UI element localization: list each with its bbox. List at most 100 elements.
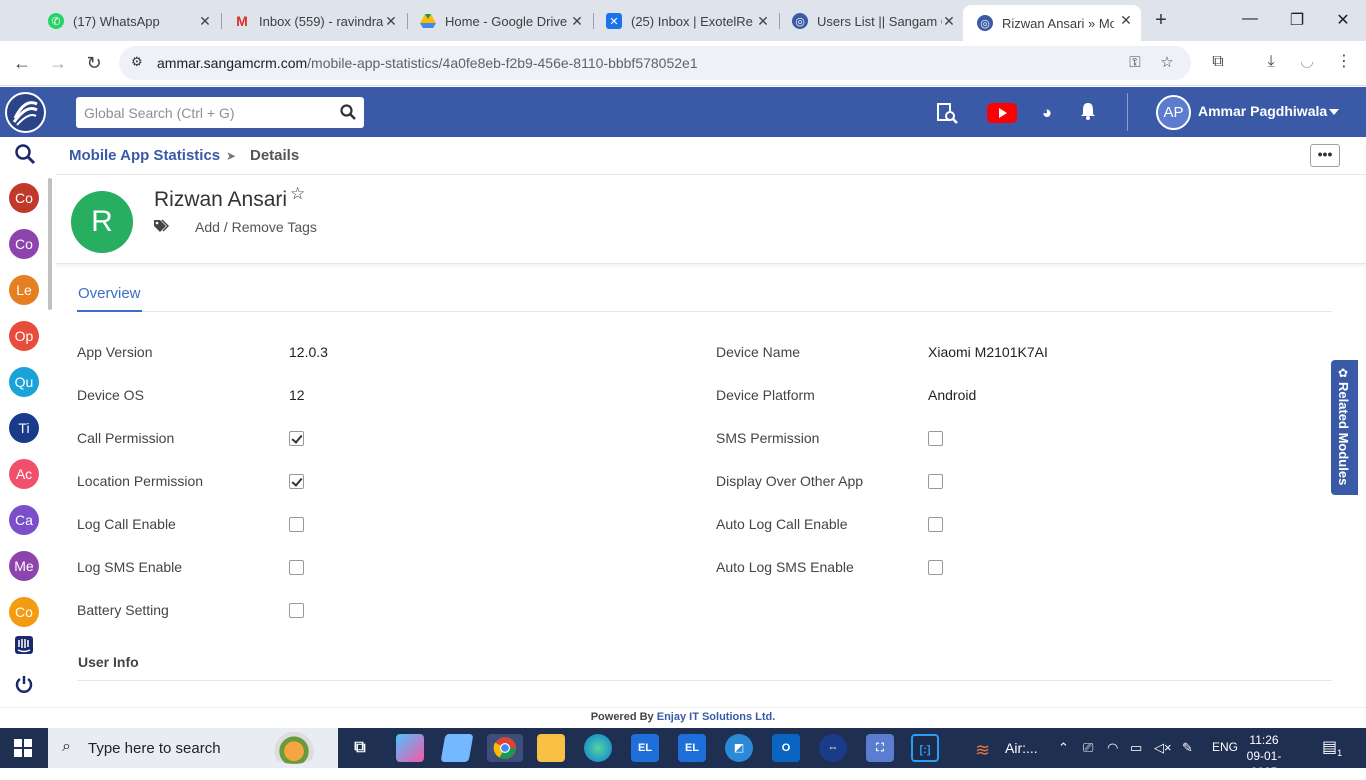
- rail-item-le[interactable]: Le: [9, 275, 39, 305]
- sangam-logo[interactable]: [5, 92, 46, 133]
- bookmark-star-icon[interactable]: ☆: [1157, 53, 1177, 73]
- bracket-app-icon[interactable]: [:]: [911, 734, 939, 762]
- browser-tab-gmail[interactable]: M Inbox (559) - ravindra ✕: [220, 6, 406, 36]
- power-icon[interactable]: [13, 674, 35, 696]
- tab-overview[interactable]: Overview: [77, 280, 142, 312]
- password-key-icon[interactable]: ⚿: [1125, 53, 1145, 73]
- module-rail: Co Co Le Op Qu Ti Ac Ca Me Co: [0, 137, 48, 707]
- address-bar[interactable]: ⚙ ammar.sangamcrm.com/mobile-app-statist…: [119, 46, 1191, 80]
- close-tab-icon[interactable]: ✕: [382, 12, 400, 30]
- favorite-star-icon[interactable]: ☆: [290, 184, 305, 204]
- footer-brand-link[interactable]: Enjay IT Solutions Ltd.: [657, 711, 776, 723]
- log-sms-enable-checkbox: [289, 560, 304, 575]
- reload-icon[interactable]: ↻: [83, 52, 105, 74]
- windows-start-icon[interactable]: [14, 739, 32, 757]
- search-icon[interactable]: [340, 104, 356, 120]
- language-indicator[interactable]: ENG: [1212, 740, 1238, 754]
- rail-item-op[interactable]: Op: [9, 321, 39, 351]
- chrome-taskbar-icon[interactable]: [487, 734, 523, 762]
- volume-icon[interactable]: ◁×: [1154, 740, 1172, 756]
- browser-tab-users-list[interactable]: ◎ Users List || Sangam C ✕: [778, 6, 964, 36]
- battery-setting-checkbox: [289, 603, 304, 618]
- rail-item-qu[interactable]: Qu: [9, 367, 39, 397]
- back-icon[interactable]: ←: [11, 52, 33, 74]
- notepad-app-icon[interactable]: [440, 734, 474, 762]
- site-settings-icon[interactable]: ⚙: [131, 54, 149, 72]
- detail-tabs: Overview: [77, 280, 1332, 312]
- close-tab-icon[interactable]: ✕: [196, 12, 214, 30]
- battery-icon[interactable]: ▭: [1130, 740, 1142, 756]
- rail-item-me[interactable]: Me: [9, 551, 39, 581]
- rail-scrollbar[interactable]: [48, 178, 52, 310]
- chrome-menu-icon[interactable]: ⋮: [1333, 51, 1355, 73]
- globe-icon[interactable]: ◕: [1036, 102, 1058, 124]
- profile-icon[interactable]: ◡: [1296, 51, 1318, 73]
- notification-center-icon[interactable]: ▤1: [1322, 737, 1342, 758]
- field-label-log-call-enable: Log Call Enable: [77, 516, 176, 532]
- weather-icon[interactable]: ≋: [975, 740, 990, 761]
- rail-item-co-2[interactable]: Co: [9, 229, 39, 259]
- section-title-user-info[interactable]: User Info: [78, 654, 139, 670]
- wifi-icon[interactable]: ◠: [1107, 740, 1118, 756]
- network-app-icon[interactable]: ⛶: [866, 734, 894, 762]
- taskbar-search[interactable]: ⌕ Type here to search: [48, 728, 338, 768]
- related-modules-button[interactable]: ✿ Related Modules: [1331, 360, 1358, 495]
- global-search-input[interactable]: [84, 97, 334, 128]
- user-name[interactable]: Ammar Pagdhiwala: [1198, 103, 1327, 119]
- file-explorer-icon[interactable]: [537, 734, 565, 762]
- browser-tab-rizwan-active[interactable]: ◎ Rizwan Ansari » Mobi ✕: [963, 5, 1141, 41]
- pen-icon[interactable]: ✎: [1182, 740, 1193, 756]
- exotel-icon: ✕: [606, 13, 622, 29]
- rail-item-co-1[interactable]: Co: [9, 183, 39, 213]
- new-tab-icon[interactable]: +: [1150, 10, 1172, 32]
- field-label-location-permission: Location Permission: [77, 473, 204, 489]
- tray-app-icon[interactable]: ⎚: [1083, 740, 1093, 756]
- breadcrumb-module-link[interactable]: Mobile App Statistics: [69, 147, 220, 164]
- el-app-2-icon[interactable]: EL: [678, 734, 706, 762]
- user-avatar[interactable]: AP: [1156, 95, 1191, 130]
- document-search-icon[interactable]: [936, 102, 958, 124]
- field-label-auto-log-sms-enable: Auto Log SMS Enable: [716, 559, 854, 575]
- browser-tab-drive[interactable]: Home - Google Drive ✕: [406, 6, 592, 36]
- close-tab-icon[interactable]: ✕: [940, 12, 958, 30]
- tray-overflow-icon[interactable]: ⌃: [1058, 740, 1069, 756]
- el-app-1-icon[interactable]: EL: [631, 734, 659, 762]
- rail-item-ac[interactable]: Ac: [9, 459, 39, 489]
- extensions-icon[interactable]: ⧉: [1207, 51, 1229, 73]
- close-tab-icon[interactable]: ✕: [1117, 11, 1135, 29]
- notification-bell-icon[interactable]: [1077, 102, 1099, 124]
- youtube-icon[interactable]: [987, 103, 1017, 123]
- rail-item-ca[interactable]: Ca: [9, 505, 39, 535]
- download-icon[interactable]: ⤓: [1260, 51, 1282, 73]
- field-value-device-os: 12: [289, 387, 305, 403]
- close-tab-icon[interactable]: ✕: [754, 12, 772, 30]
- forward-icon[interactable]: →: [47, 52, 69, 74]
- remote-desktop-icon[interactable]: ◩: [725, 734, 753, 762]
- edge-icon[interactable]: [584, 734, 612, 762]
- minimize-icon[interactable]: —: [1240, 10, 1260, 28]
- chevron-down-icon[interactable]: [1329, 109, 1339, 115]
- header-divider: [1127, 93, 1128, 131]
- rail-item-co-3[interactable]: Co: [9, 597, 39, 627]
- global-search[interactable]: [76, 97, 364, 128]
- weather-text[interactable]: Air:...: [1005, 740, 1038, 756]
- add-remove-tags-link[interactable]: Add / Remove Tags: [195, 219, 317, 235]
- task-view-icon[interactable]: ⧉: [346, 734, 374, 762]
- footer: Powered By Enjay IT Solutions Ltd.: [0, 707, 1366, 728]
- restore-icon[interactable]: ❐: [1287, 10, 1307, 30]
- google-drive-icon: [420, 13, 436, 29]
- close-window-icon[interactable]: ✕: [1333, 10, 1353, 30]
- outlook-icon[interactable]: O: [772, 734, 800, 762]
- rail-item-ti[interactable]: Ti: [9, 413, 39, 443]
- field-label-battery-setting: Battery Setting: [77, 602, 169, 618]
- rail-search-icon[interactable]: [14, 143, 36, 165]
- windows-taskbar: ⌕ Type here to search ⧉ EL EL ◩ O ⇔ ⛶ [:…: [0, 728, 1366, 779]
- intercom-icon[interactable]: [13, 635, 35, 657]
- browser-tab-whatsapp[interactable]: ✆ (17) WhatsApp ✕: [34, 6, 220, 36]
- taskbar-clock[interactable]: 11:26 09-01-2025: [1236, 732, 1292, 780]
- browser-tab-exotel[interactable]: ✕ (25) Inbox | ExotelRe ✕: [592, 6, 778, 36]
- copilot-icon[interactable]: [396, 734, 424, 762]
- more-actions-button[interactable]: •••: [1310, 144, 1340, 167]
- close-tab-icon[interactable]: ✕: [568, 12, 586, 30]
- teamviewer-icon[interactable]: ⇔: [819, 734, 847, 762]
